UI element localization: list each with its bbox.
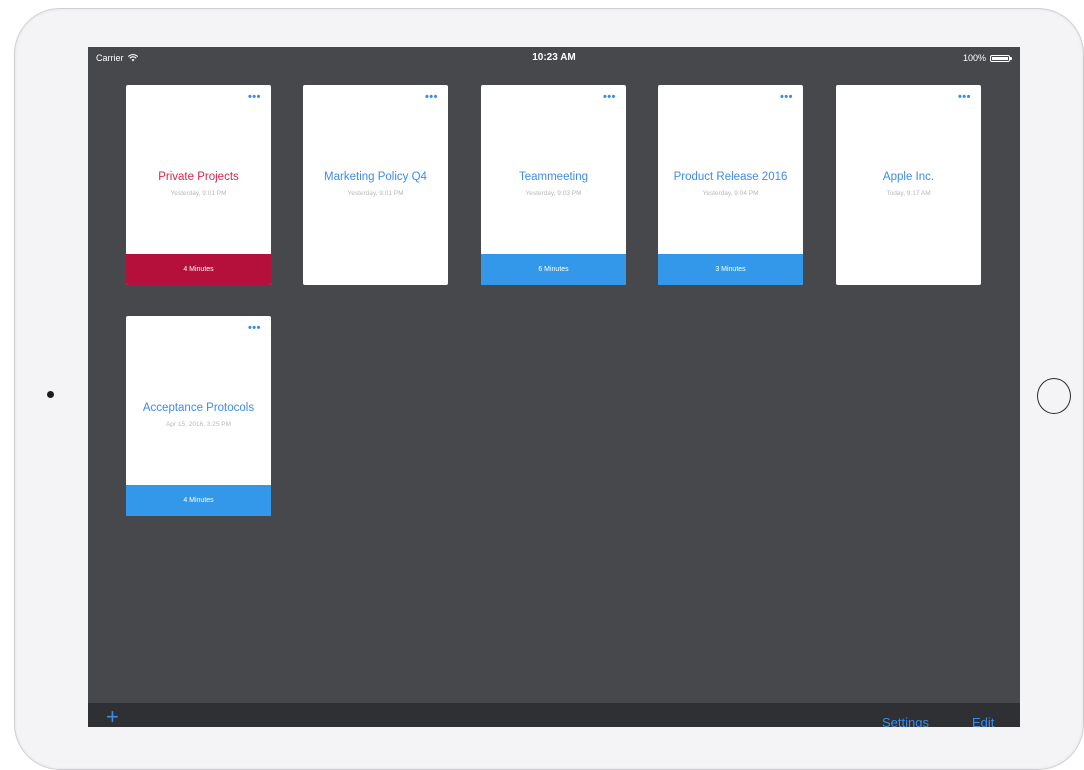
card-duration: 6 Minutes [481,254,626,285]
card-date: Yesterday, 9:01 PM [347,190,404,197]
edit-button[interactable]: Edit [972,715,994,727]
card-duration: 4 Minutes [126,254,271,285]
status-bar: Carrier 10:23 AM 100% [88,47,1020,69]
settings-button[interactable]: Settings [882,715,929,727]
card-date: Yesterday, 9:03 PM [525,190,582,197]
card-date: Apr 15, 2016, 3:25 PM [165,421,232,428]
home-button[interactable] [1037,378,1071,414]
status-right: 100% [962,53,1012,63]
card-acceptance-protocols[interactable]: ••• Acceptance Protocols Apr 15, 2016, 3… [126,316,271,516]
more-options-icon[interactable]: ••• [603,91,616,103]
more-options-icon[interactable]: ••• [248,322,261,334]
more-options-icon[interactable]: ••• [425,91,438,103]
more-options-icon[interactable]: ••• [958,91,971,103]
camera [47,391,54,398]
card-title: Acceptance Protocols [142,402,255,414]
battery-icon [990,54,1012,62]
card-title: Product Release 2016 [673,171,788,183]
card-product-release-2016[interactable]: ••• Product Release 2016 Yesterday, 9:04… [658,85,803,285]
card-date: Yesterday, 9:04 PM [702,190,759,197]
screen: Carrier 10:23 AM 100% ••• Private Projec… [88,47,1020,727]
battery-percentage: 100% [962,53,986,63]
card-date: Yesterday, 9:01 PM [170,190,227,197]
card-date: Today, 9:17 AM [886,190,931,197]
status-time: 10:23 AM [532,52,576,63]
card-title: Apple Inc. [882,171,935,183]
more-options-icon[interactable]: ••• [248,91,261,103]
add-button[interactable]: + [106,706,119,728]
more-options-icon[interactable]: ••• [780,91,793,103]
card-private-projects[interactable]: ••• Private Projects Yesterday, 9:01 PM … [126,85,271,285]
card-title: Teammeeting [518,171,589,183]
card-apple-inc[interactable]: ••• Apple Inc. Today, 9:17 AM [836,85,981,285]
card-duration: 4 Minutes [126,485,271,516]
bottom-toolbar: + Settings Edit [88,703,1020,727]
card-teammeeting[interactable]: ••• Teammeeting Yesterday, 9:03 PM 6 Min… [481,85,626,285]
card-duration: 3 Minutes [658,254,803,285]
card-marketing-policy-q4[interactable]: ••• Marketing Policy Q4 Yesterday, 9:01 … [303,85,448,285]
card-title: Private Projects [158,171,239,183]
card-title: Marketing Policy Q4 [324,171,427,183]
